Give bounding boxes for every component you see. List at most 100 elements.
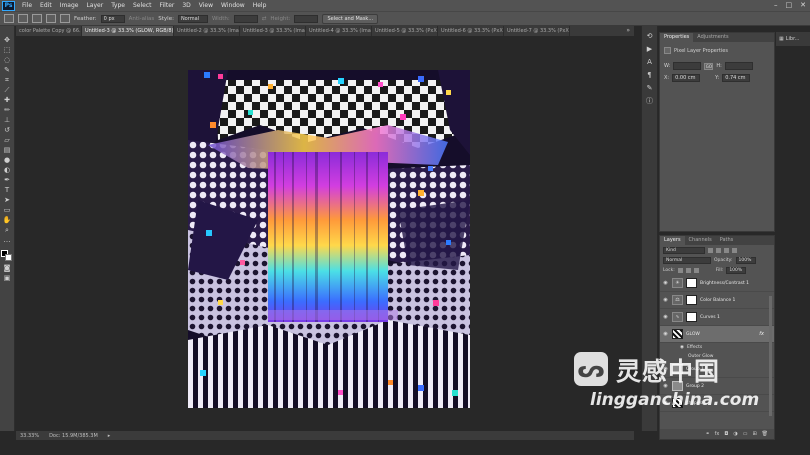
layer-row[interactable]: ◉ ⚖ Color Balance 1 — [660, 292, 774, 309]
history-brush-icon[interactable]: ↺ — [3, 126, 12, 134]
crop-icon[interactable]: ⌗ — [3, 76, 12, 84]
tab-layers[interactable]: Layers — [660, 236, 685, 245]
document-tab[interactable]: Untitled-5 @ 33.3% (PxX...× — [372, 26, 438, 36]
visibility-eye-icon[interactable]: ◉ — [662, 280, 669, 286]
h-input[interactable] — [724, 62, 753, 70]
fx-icon[interactable]: fx — [715, 431, 720, 437]
more-tabs-icon[interactable]: » — [622, 26, 634, 36]
menu-image[interactable]: Image — [56, 2, 83, 9]
color-swatches[interactable] — [1, 250, 13, 262]
tab-adjustments[interactable]: Adjustments — [693, 33, 732, 42]
document-tab[interactable]: Untitled-6 @ 33.3% (PxX...× — [438, 26, 504, 36]
visibility-eye-icon[interactable]: ◉ — [662, 297, 669, 303]
new-layer-icon[interactable]: ⊞ — [752, 431, 756, 437]
close-icon[interactable]: ✕ — [800, 1, 806, 9]
type-icon[interactable]: T — [3, 186, 12, 194]
layer-row[interactable]: ◉ ☀ Brightness/Contrast 1 — [660, 275, 774, 292]
brush-settings-icon[interactable]: ✎ — [646, 84, 654, 92]
layer-row[interactable]: ◉ Group 2 — [660, 378, 774, 395]
document-tab[interactable]: Untitled-4 @ 33.3% (Ima...× — [306, 26, 372, 36]
filter-adjust-icon[interactable] — [716, 247, 721, 253]
visibility-eye-icon[interactable]: ◉ — [662, 366, 669, 372]
effects-row[interactable]: ◉ Effects — [660, 343, 774, 352]
document-canvas[interactable] — [188, 70, 470, 408]
document-tab[interactable]: Untitled-3 @ 33.3% (Ima...× — [240, 26, 306, 36]
lasso-icon[interactable]: ◌ — [3, 56, 12, 64]
layer-fx-badge[interactable]: fx — [759, 331, 764, 337]
lock-all-icon[interactable] — [693, 267, 699, 273]
marquee-icon[interactable]: ⬚ — [3, 46, 12, 54]
minimize-icon[interactable]: – — [774, 1, 778, 9]
lock-pixels-icon[interactable] — [677, 267, 683, 273]
visibility-eye-icon[interactable]: ◉ — [662, 400, 669, 406]
opacity-input[interactable]: 100% — [735, 256, 756, 264]
layer-row[interactable]: ◉ Group 1 — [660, 361, 774, 378]
intersect-selection-icon[interactable] — [60, 14, 70, 23]
quick-select-icon[interactable]: ✎ — [3, 66, 12, 74]
antialias-checkbox[interactable]: Anti-alias — [129, 16, 155, 22]
visibility-eye-icon[interactable]: ◉ — [662, 314, 669, 320]
x-input[interactable]: 0.00 cm — [672, 74, 701, 82]
adjustment-layer-icon[interactable]: ◑ — [733, 431, 737, 437]
menu-window[interactable]: Window — [217, 2, 249, 9]
fill-input[interactable]: 100% — [726, 266, 747, 274]
pen-icon[interactable]: ✒ — [3, 176, 12, 184]
add-mask-icon[interactable]: ◘ — [724, 431, 728, 437]
maximize-icon[interactable]: □ — [786, 1, 793, 9]
visibility-eye-icon[interactable]: ◉ — [680, 345, 684, 350]
menu-layer[interactable]: Layer — [82, 2, 107, 9]
filter-shape-icon[interactable] — [732, 247, 737, 253]
path-select-icon[interactable]: ➤ — [3, 196, 12, 204]
eyedropper-icon[interactable]: ⟋ — [3, 86, 12, 94]
filter-type-icon[interactable] — [724, 247, 729, 253]
character-icon[interactable]: A — [646, 58, 654, 66]
zoom-level[interactable]: 33.33% — [20, 433, 39, 439]
swap-icon[interactable]: ⇄ — [262, 16, 267, 22]
width-input[interactable] — [233, 14, 258, 23]
more-tools-icon[interactable]: … — [3, 236, 12, 244]
delete-layer-icon[interactable]: 🗑 — [762, 431, 768, 437]
layers-scrollbar[interactable] — [769, 296, 772, 416]
menu-3d[interactable]: 3D — [178, 2, 194, 9]
doc-size[interactable]: Doc: 15.9M/385.3M — [49, 433, 98, 439]
menu-help[interactable]: Help — [249, 2, 271, 9]
filter-kind-select[interactable]: Kind — [663, 246, 705, 254]
libraries-panel[interactable]: ▦ Libr... — [776, 32, 810, 46]
layer-mask-thumbnail[interactable] — [686, 295, 697, 305]
outer-glow-row[interactable]: Outer Glow — [660, 352, 774, 361]
eraser-icon[interactable]: ▱ — [3, 136, 12, 144]
visibility-eye-icon[interactable]: ◉ — [662, 331, 669, 337]
move-icon[interactable]: ✥ — [3, 36, 12, 44]
paragraph-icon[interactable]: ¶ — [646, 71, 654, 79]
tab-channels[interactable]: Channels — [685, 236, 716, 245]
tab-properties[interactable]: Properties — [660, 33, 694, 42]
menu-filter[interactable]: Filter — [156, 2, 179, 9]
layer-row[interactable]: ◉ GLOW fx — [660, 326, 774, 343]
menu-view[interactable]: View — [195, 2, 217, 9]
gradient-icon[interactable]: ▤ — [3, 146, 12, 154]
status-arrow-icon[interactable]: ▸ — [108, 433, 111, 439]
new-group-icon[interactable]: ▭ — [743, 431, 748, 437]
document-tab[interactable]: color Palette Copy @ 66...× — [16, 26, 82, 36]
lock-position-icon[interactable] — [685, 267, 691, 273]
history-icon[interactable]: ⟲ — [646, 32, 654, 40]
feather-input[interactable]: 0 px — [100, 14, 125, 23]
add-selection-icon[interactable] — [32, 14, 42, 23]
height-input[interactable] — [294, 14, 319, 23]
document-tab[interactable]: Untitled-7 @ 33.3% (PxX...× — [504, 26, 570, 36]
subtract-selection-icon[interactable] — [46, 14, 56, 23]
zoom-icon[interactable]: ⌕ — [3, 226, 12, 234]
visibility-eye-icon[interactable]: ◉ — [662, 383, 669, 389]
stamp-icon[interactable]: ⊥ — [3, 116, 12, 124]
menu-edit[interactable]: Edit — [36, 2, 56, 9]
actions-icon[interactable]: ▶ — [646, 45, 654, 53]
menu-select[interactable]: Select — [129, 2, 156, 9]
new-selection-icon[interactable] — [18, 14, 28, 23]
y-input[interactable]: 0.74 cm — [722, 74, 751, 82]
menu-file[interactable]: File — [18, 2, 36, 9]
style-select[interactable]: Normal — [177, 14, 208, 23]
menu-type[interactable]: Type — [107, 2, 129, 9]
go-link[interactable]: GO — [704, 62, 714, 70]
screen-mode-icon[interactable]: ▣ — [3, 274, 12, 282]
background-color[interactable] — [5, 254, 12, 261]
